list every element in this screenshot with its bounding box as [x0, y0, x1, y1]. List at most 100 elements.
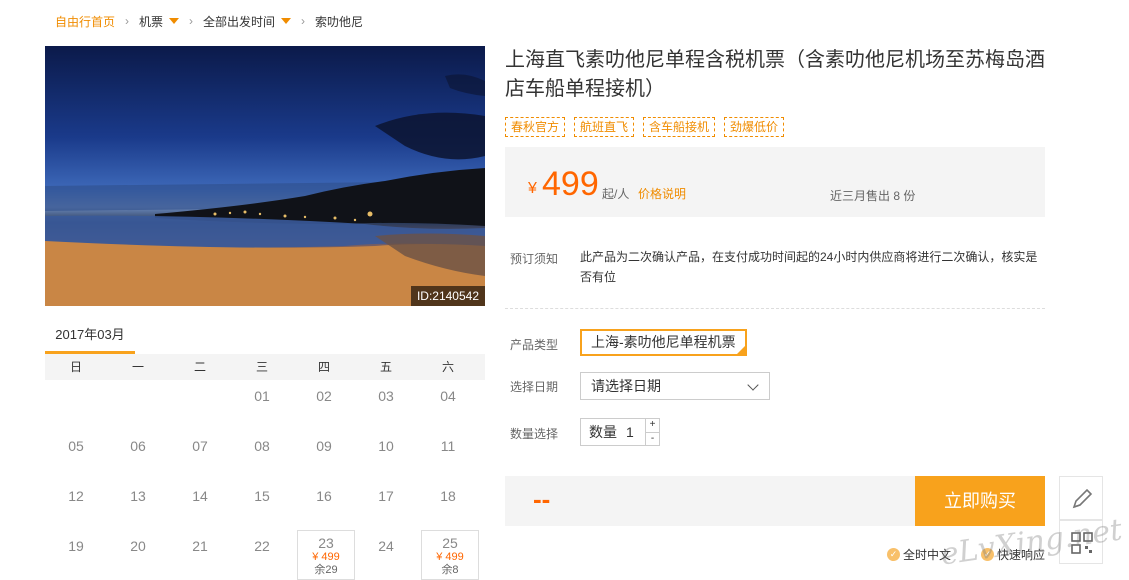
calendar-month-tab[interactable]: 2017年03月 [45, 318, 135, 354]
quantity-plus-button[interactable]: + [645, 419, 659, 432]
price-unit: 起/人 [602, 187, 630, 201]
calendar-day: 22 [231, 530, 293, 580]
chevron-down-icon [747, 379, 759, 391]
calendar-grid: 01 02 03 04 05 06 07 08 09 10 11 12 13 14 15 16 17 18 19 20… [45, 380, 485, 580]
price-box: ¥ 499 起/人 价格说明 近三月售出 8 份 [505, 147, 1045, 217]
breadcrumb-flights-label: 机票 [139, 14, 164, 29]
calendar-day-number: 09 [316, 438, 332, 454]
breadcrumb-flights[interactable]: 机票 [139, 13, 180, 30]
breadcrumb-current-label: 索叻他尼 [315, 14, 364, 29]
calendar-day-number: 24 [378, 538, 394, 554]
product-type-label: 产品类型 [510, 338, 559, 352]
calendar-day-available[interactable]: 23 ¥ 499 余29 [297, 530, 355, 580]
check-icon: ✓ [887, 548, 900, 561]
breadcrumb-departure-label: 全部出发时间 [203, 14, 276, 29]
calendar-day-number: 08 [254, 438, 270, 454]
calendar-day-number: 15 [254, 488, 270, 504]
calendar-day: 24 [355, 530, 417, 580]
breadcrumb-home-label: 自由行首页 [55, 14, 116, 29]
calendar-day-number: 11 [440, 438, 456, 454]
calendar-day-number: 01 [254, 388, 270, 404]
total-bar: -- [505, 476, 915, 526]
caret-down-icon [281, 18, 292, 24]
calendar-day: 01 [231, 380, 293, 430]
breadcrumb-separator-icon: › [301, 14, 306, 28]
weekday-tue: 二 [193, 360, 206, 374]
calendar-day: 15 [231, 480, 293, 530]
price-currency: ¥ [528, 180, 537, 197]
calendar-day: 13 [107, 480, 169, 530]
calendar-day: 06 [107, 430, 169, 480]
calendar-day-number: 10 [378, 438, 394, 454]
calendar-day: 11 [417, 430, 479, 480]
calendar-day: 20 [107, 530, 169, 580]
feedback-button[interactable] [1059, 476, 1103, 520]
notice-label: 预订须知 [510, 252, 559, 266]
tag-official: 春秋官方 [505, 117, 566, 137]
weekday-fri: 五 [379, 360, 392, 374]
date-select[interactable]: 请选择日期 [580, 372, 770, 400]
calendar-day-number: 22 [254, 538, 270, 554]
calendar-day-number: 20 [130, 538, 146, 554]
product-type-value: 上海-素叻他尼单程机票 [591, 334, 736, 350]
breadcrumb-departure-time[interactable]: 全部出发时间 [203, 13, 292, 30]
quantity-inner-label: 数量 [589, 424, 617, 440]
calendar-day-number: 25 [442, 535, 458, 551]
calendar-weekday-header: 日 一 二 三 四 五 六 [45, 354, 485, 380]
product-tags: 春秋官方 航班直飞 含车船接机 劲爆低价 [505, 117, 793, 137]
selected-corner-icon [735, 345, 746, 355]
calendar-day: 16 [293, 480, 355, 530]
breadcrumb: 自由行首页 › 机票 › 全部出发时间 › 索叻他尼 [55, 12, 363, 30]
calendar-day-number: 07 [192, 438, 208, 454]
buy-now-button[interactable]: 立即购买 [915, 476, 1045, 526]
weekday-thu: 四 [317, 360, 330, 374]
weekday-sun: 日 [69, 360, 82, 374]
quantity-minus-button[interactable]: - [645, 432, 659, 445]
calendar-day-price: ¥ 499 [312, 551, 340, 563]
breadcrumb-separator-icon: › [189, 14, 194, 28]
calendar-day-available[interactable]: 25 ¥ 499 余8 [421, 530, 479, 580]
calendar-day-number: 18 [440, 488, 456, 504]
price-explanation-link[interactable]: 价格说明 [638, 185, 686, 202]
quantity-stepper: 数量 1 + - [580, 418, 660, 446]
calendar-day-remaining: 余29 [314, 564, 338, 576]
page: 自由行首页 › 机票 › 全部出发时间 › 索叻他尼 ID:2140542 上海… [0, 0, 1129, 580]
product-title: 上海直飞素叻他尼单程含税机票（含素叻他尼机场至苏梅岛酒店车船单程接机） [505, 49, 1045, 100]
breadcrumb-separator-icon: › [125, 14, 130, 28]
tag-direct-flight: 航班直飞 [574, 117, 635, 137]
calendar-day: 18 [417, 480, 479, 530]
calendar-day: 05 [45, 430, 107, 480]
calendar-day-number: 13 [130, 488, 146, 504]
product-type-option[interactable]: 上海-素叻他尼单程机票 [580, 329, 747, 356]
breadcrumb-home[interactable]: 自由行首页 [55, 13, 115, 30]
weekday-sat: 六 [441, 360, 454, 374]
calendar-day: 09 [293, 430, 355, 480]
image-id-label: ID:2140542 [410, 286, 485, 306]
weekday-mon: 一 [131, 360, 144, 374]
calendar-day: 04 [417, 380, 479, 430]
calendar-day: 08 [231, 430, 293, 480]
calendar-day-number: 19 [68, 538, 84, 554]
date-placeholder: 请选择日期 [591, 378, 661, 394]
quantity-label: 数量选择 [510, 427, 559, 441]
caret-down-icon [169, 18, 180, 24]
calendar-day-remaining: 余8 [441, 564, 459, 576]
tag-transfer: 含车船接机 [643, 117, 716, 137]
calendar-day-number: 12 [68, 488, 84, 504]
calendar-day-number: 04 [440, 388, 456, 404]
breadcrumb-current: 索叻他尼 [315, 13, 363, 30]
calendar-day: 10 [355, 430, 417, 480]
quantity-value[interactable]: 1 [626, 419, 634, 445]
calendar-day-number: 06 [130, 438, 146, 454]
tag-low-price: 劲爆低价 [724, 117, 785, 137]
calendar-day-number: 05 [68, 438, 84, 454]
calendar-day: 02 [293, 380, 355, 430]
calendar-day: 19 [45, 530, 107, 580]
notice-text: 此产品为二次确认产品，在支付成功时间起的24小时内供应商将进行二次确认，核实是否… [580, 250, 1038, 284]
calendar-day: 21 [169, 530, 231, 580]
sold-count: 近三月售出 8 份 [830, 189, 916, 203]
calendar-day: 12 [45, 480, 107, 530]
divider [505, 308, 1045, 309]
price-amount: 499 [542, 165, 599, 203]
calendar-day-number: 21 [192, 538, 208, 554]
